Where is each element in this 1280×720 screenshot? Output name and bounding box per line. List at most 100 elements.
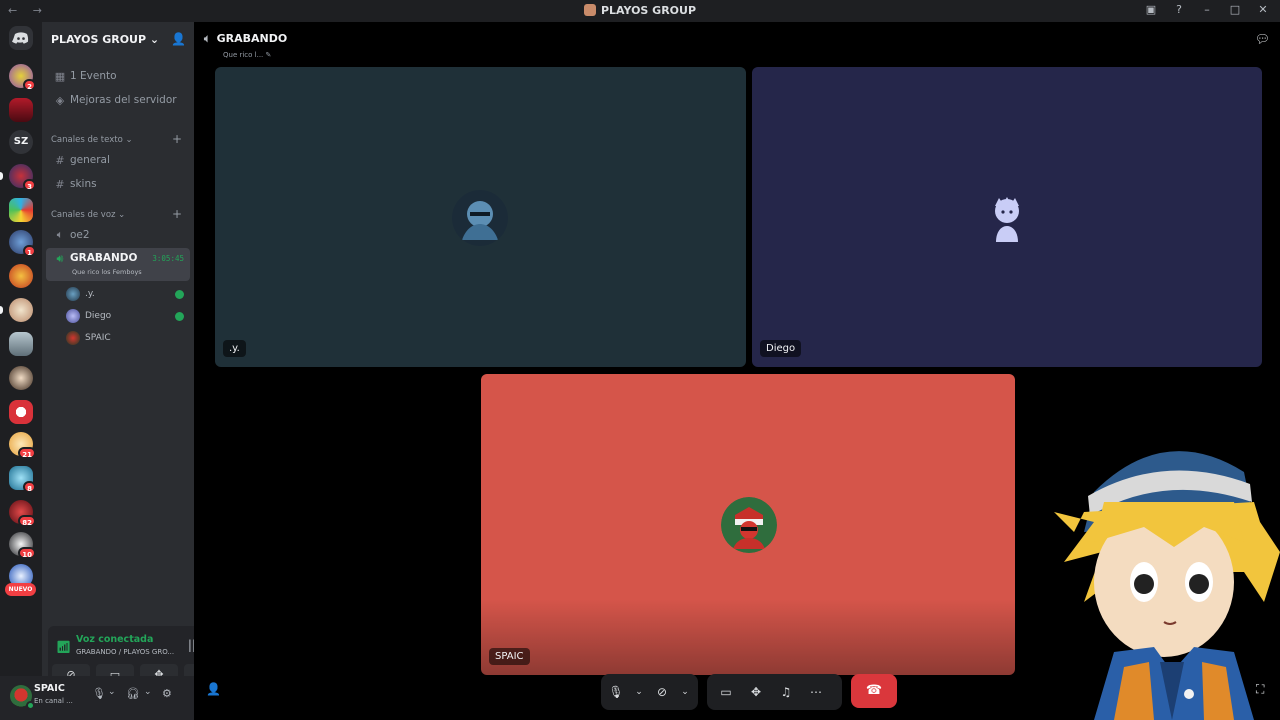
member-name: .y.: [85, 289, 95, 299]
help-icon[interactable]: ?: [1172, 3, 1186, 16]
boosts-item[interactable]: ◈ Mejoras del servidor: [46, 89, 190, 111]
server-rail: 2 SZ 3 1 21 8 82 10 NUEVO: [0, 22, 42, 720]
server-icon[interactable]: [9, 332, 33, 356]
unread-badge: 1: [23, 245, 36, 257]
unread-badge: 8: [23, 481, 36, 493]
participant-tile[interactable]: SPAIC: [481, 374, 1015, 675]
server-icon[interactable]: [9, 98, 33, 122]
speaker-icon: 🔈︎: [56, 228, 64, 241]
channel-status-text: Que rico l...: [223, 51, 264, 59]
channel-label: GRABANDO: [70, 252, 138, 264]
unread-badge: 3: [23, 179, 36, 191]
hash-icon: #: [55, 177, 65, 191]
participant-tile[interactable]: Diego: [752, 67, 1262, 367]
voice-member[interactable]: SPAIC: [66, 328, 190, 348]
mic-icon[interactable]: 🎙︎: [92, 687, 106, 700]
channel-label: oe2: [70, 229, 90, 241]
server-icon[interactable]: 21: [9, 432, 36, 459]
window-title-text: PLAYOS GROUP: [600, 4, 697, 17]
calendar-icon: ▦: [54, 69, 66, 83]
channel-status-line[interactable]: Que rico l... ✎: [223, 51, 271, 59]
inbox-icon[interactable]: ▣: [1144, 3, 1158, 16]
server-icon[interactable]: [9, 400, 33, 424]
channel-label: general: [70, 154, 110, 166]
boosts-label: Mejoras del servidor: [70, 94, 177, 106]
participant-tile[interactable]: .y.: [215, 67, 746, 367]
minimize-button[interactable]: –: [1200, 3, 1214, 16]
invite-icon[interactable]: 👤: [171, 32, 186, 46]
hangup-button[interactable]: ☎︎: [851, 674, 897, 708]
participant-name: SPAIC: [489, 648, 530, 665]
user-panel: SPAIC En canal ... 🎙︎ ⌄ 🎧︎ ⌄ ⚙︎: [0, 676, 194, 720]
server-icon[interactable]: [9, 366, 33, 390]
voice-member[interactable]: Diego: [66, 306, 190, 326]
category-label: Canales de voz: [51, 210, 116, 220]
category-text-channels[interactable]: Canales de texto ⌄: [51, 135, 133, 145]
voice-channel-oe2[interactable]: 🔈︎ oe2: [46, 224, 190, 246]
more-icon[interactable]: ⋯: [801, 677, 831, 707]
soundboard-icon[interactable]: ♫: [771, 677, 801, 707]
server-icon[interactable]: 2: [9, 64, 36, 91]
mascot-illustration: [1054, 451, 1280, 720]
activity-icon[interactable]: ✥: [741, 677, 771, 707]
window-title: PLAYOS GROUP: [0, 4, 1280, 17]
add-voice-channel-button[interactable]: +: [172, 207, 182, 221]
add-text-channel-button[interactable]: +: [172, 132, 182, 146]
channel-status: Que rico los Femboys: [72, 268, 142, 276]
server-icon[interactable]: 3: [9, 164, 36, 191]
chevron-down-icon: ⌄: [149, 33, 160, 46]
username[interactable]: SPAIC: [34, 683, 65, 694]
screen-share-icon[interactable]: ▭: [711, 677, 741, 707]
pencil-icon[interactable]: ✎: [266, 51, 272, 59]
server-icon[interactable]: 10: [9, 532, 36, 559]
server-sz[interactable]: SZ: [9, 130, 33, 154]
headphones-icon[interactable]: 🎧︎: [126, 687, 140, 700]
server-icon[interactable]: 82: [9, 500, 36, 527]
unread-badge: 82: [18, 515, 36, 527]
chevron-down-icon[interactable]: ⌄: [631, 677, 647, 707]
hash-icon: #: [55, 153, 65, 167]
new-badge: NUEVO: [5, 583, 36, 596]
server-icon[interactable]: [9, 298, 33, 322]
server-icon[interactable]: [9, 198, 33, 222]
events-item[interactable]: ▦ 1 Evento: [46, 65, 190, 87]
channel-general[interactable]: # general: [46, 149, 190, 171]
streaming-icon: [175, 311, 184, 321]
call-controls-right: ▭ ✥ ♫ ⋯: [707, 674, 842, 710]
signal-icon[interactable]: 📶︎: [56, 640, 71, 654]
gear-icon[interactable]: ⚙︎: [162, 687, 172, 700]
title-bar: ← → PLAYOS GROUP ▣ ? – □ ✕: [0, 0, 1280, 22]
chevron-down-icon[interactable]: ⌄: [108, 687, 116, 697]
unread-pill: [0, 306, 3, 314]
unread-badge: 21: [18, 447, 36, 459]
server-icon[interactable]: 8: [9, 466, 36, 493]
boost-icon: ◈: [55, 93, 65, 107]
camera-off-icon[interactable]: ⊘: [647, 677, 677, 707]
guild-header[interactable]: PLAYOS GROUP ⌄ 👤: [42, 22, 194, 58]
close-button[interactable]: ✕: [1256, 3, 1270, 16]
voice-channel-grabando[interactable]: 🔊︎ GRABANDO 3:05:45 Que rico los Femboys: [46, 248, 190, 281]
discord-home-icon[interactable]: [9, 26, 33, 50]
voice-status-subtitle[interactable]: GRABANDO / PLAYOS GRO...: [76, 648, 174, 656]
voice-member[interactable]: .y.: [66, 284, 190, 304]
hangup-icon: ☎︎: [865, 683, 883, 698]
add-user-icon[interactable]: 👤: [206, 682, 221, 696]
channel-sidebar: PLAYOS GROUP ⌄ 👤 ▦ 1 Evento ◈ Mejoras del …: [42, 22, 232, 720]
server-icon[interactable]: 1: [9, 230, 36, 257]
chevron-down-icon[interactable]: ⌄: [144, 687, 152, 697]
participant-name: Diego: [760, 340, 802, 357]
chat-icon[interactable]: 💬︎: [1255, 32, 1270, 46]
category-voice-channels[interactable]: Canales de voz ⌄: [51, 210, 125, 220]
chevron-down-icon[interactable]: ⌄: [677, 677, 693, 707]
avatar: [452, 190, 508, 246]
category-label: Canales de texto: [51, 135, 123, 145]
channel-header: 🔈︎ GRABANDO: [204, 32, 287, 46]
channel-skins[interactable]: # skins: [46, 173, 190, 195]
call-area: 🔈︎ GRABANDO Que rico l... ✎ 💬︎ .y. Diego …: [194, 22, 1280, 720]
server-icon[interactable]: [9, 264, 33, 288]
unread-badge: 10: [18, 547, 36, 559]
mic-icon[interactable]: 🎙︎: [601, 677, 631, 707]
maximize-button[interactable]: □: [1228, 3, 1242, 16]
participant-name: .y.: [223, 340, 246, 357]
server-icon: [583, 4, 596, 16]
